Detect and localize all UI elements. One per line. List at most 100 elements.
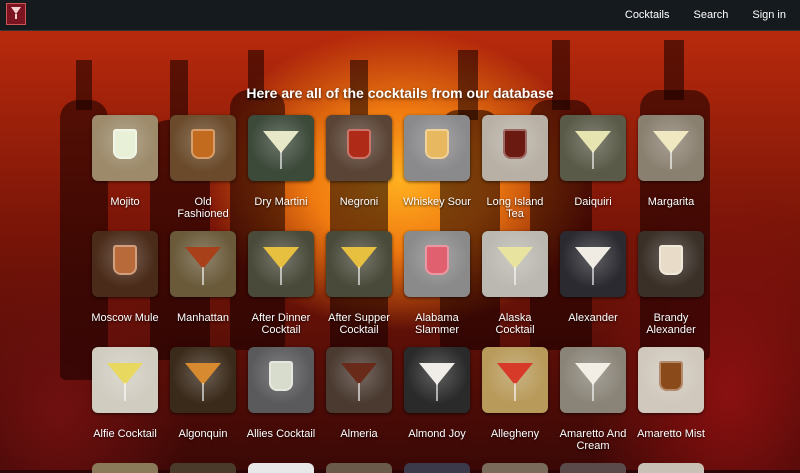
cocktail-card[interactable]: Amaretto Mist [632,347,710,463]
cocktail-card[interactable]: Manhattan [164,231,242,347]
cocktail-image[interactable] [560,115,626,181]
cocktail-image[interactable] [170,115,236,181]
cocktail-name[interactable]: Almond Joy [398,428,476,440]
glass-stem [280,267,282,285]
tumbler-glass-icon [425,129,449,159]
cocktail-card[interactable]: Old Fashioned [164,115,242,231]
page-heading: Here are all of the cocktails from our d… [246,85,554,101]
cocktail-name[interactable]: After Supper Cocktail [320,312,398,336]
cocktail-card[interactable]: Mojito [86,115,164,231]
nav-cocktails-link[interactable]: Cocktails [625,9,670,21]
cocktail-image[interactable] [248,347,314,413]
martini-glass-icon [575,363,611,385]
cocktail-name[interactable]: Allies Cocktail [242,428,320,440]
cocktail-grid: Mojito Old Fashioned Dry Martini Negroni Whi… [86,115,726,463]
cocktail-name[interactable]: Negroni [320,196,398,208]
cocktail-image[interactable] [404,231,470,297]
cocktail-card[interactable]: Long Island Tea [476,115,554,231]
tumbler-glass-icon [347,129,371,159]
partial-card-thumb [248,463,314,473]
cocktail-name[interactable]: Moscow Mule [86,312,164,324]
cocktail-image[interactable] [638,115,704,181]
cocktail-image[interactable] [92,115,158,181]
cocktail-name[interactable]: Dry Martini [242,196,320,208]
cocktail-name[interactable]: Algonquin [164,428,242,440]
martini-glass-icon [341,247,377,269]
cocktail-name[interactable]: After Dinner Cocktail [242,312,320,336]
cocktail-card[interactable]: Alabama Slammer [398,231,476,347]
cocktail-card[interactable]: Alfie Cocktail [86,347,164,463]
cocktail-name[interactable]: Allegheny [476,428,554,440]
cocktail-card[interactable]: Alaska Cocktail [476,231,554,347]
glass-stem [514,267,516,285]
cocktail-image[interactable] [170,231,236,297]
cocktail-image[interactable] [560,347,626,413]
cocktail-name[interactable]: Brandy Alexander [632,312,710,336]
martini-glass-icon [341,363,377,385]
cocktail-card[interactable]: Allies Cocktail [242,347,320,463]
cocktail-image[interactable] [482,347,548,413]
glass-stem [514,383,516,401]
cocktail-image[interactable] [326,231,392,297]
cocktail-name[interactable]: Alabama Slammer [398,312,476,336]
cocktail-card[interactable]: Allegheny [476,347,554,463]
cocktail-image[interactable] [482,231,548,297]
cocktail-card[interactable]: Negroni [320,115,398,231]
cocktail-card[interactable]: Brandy Alexander [632,231,710,347]
cocktail-name[interactable]: Old Fashioned [164,196,242,220]
cocktail-name[interactable]: Amaretto Mist [632,428,710,440]
cocktail-card[interactable]: Almond Joy [398,347,476,463]
cocktail-image[interactable] [638,231,704,297]
martini-glass-icon [653,131,689,153]
cocktail-name[interactable]: Amaretto And Cream [554,428,632,452]
cocktail-image[interactable] [404,347,470,413]
tumbler-glass-icon [191,129,215,159]
cocktail-name[interactable]: Margarita [632,196,710,208]
cocktail-image[interactable] [404,115,470,181]
cocktail-card[interactable]: After Dinner Cocktail [242,231,320,347]
glass-stem [202,267,204,285]
cocktail-card[interactable]: Almeria [320,347,398,463]
cocktail-card[interactable]: Margarita [632,115,710,231]
cocktail-name[interactable]: Long Island Tea [476,196,554,220]
cocktail-card[interactable]: After Supper Cocktail [320,231,398,347]
tumbler-glass-icon [659,361,683,391]
cocktail-name[interactable]: Almeria [320,428,398,440]
cocktail-image[interactable] [482,115,548,181]
cocktail-card[interactable]: Algonquin [164,347,242,463]
cocktail-name[interactable]: Alfie Cocktail [86,428,164,440]
tumbler-glass-icon [269,361,293,391]
cocktail-image[interactable] [560,231,626,297]
cocktail-name[interactable]: Whiskey Sour [398,196,476,208]
cocktail-name[interactable]: Alexander [554,312,632,324]
cocktail-image[interactable] [248,115,314,181]
cocktail-card[interactable]: Alexander [554,231,632,347]
cocktail-card[interactable]: Whiskey Sour [398,115,476,231]
cocktail-card[interactable]: Dry Martini [242,115,320,231]
cocktail-name[interactable]: Mojito [86,196,164,208]
tumbler-glass-icon [113,245,137,275]
cocktail-image[interactable] [638,347,704,413]
cocktail-image[interactable] [248,231,314,297]
cocktail-image[interactable] [326,115,392,181]
nav-sign-in-link[interactable]: Sign in [752,9,786,21]
cocktail-image[interactable] [92,347,158,413]
cocktail-image[interactable] [170,347,236,413]
martini-glass-icon [185,363,221,385]
cocktail-logo-icon[interactable] [6,3,26,25]
cocktail-name[interactable]: Daiquiri [554,196,632,208]
cocktail-card[interactable]: Amaretto And Cream [554,347,632,463]
tumbler-glass-icon [659,245,683,275]
cocktail-card[interactable]: Moscow Mule [86,231,164,347]
martini-glass-icon [497,247,533,269]
cocktail-image[interactable] [92,231,158,297]
glass-stem [202,383,204,401]
martini-glass-icon [185,247,221,269]
nav-search-link[interactable]: Search [694,9,729,21]
martini-glass-icon [419,363,455,385]
cocktail-image[interactable] [326,347,392,413]
cocktail-card[interactable]: Daiquiri [554,115,632,231]
martini-glass-icon [263,131,299,153]
cocktail-name[interactable]: Manhattan [164,312,242,324]
cocktail-name[interactable]: Alaska Cocktail [476,312,554,336]
